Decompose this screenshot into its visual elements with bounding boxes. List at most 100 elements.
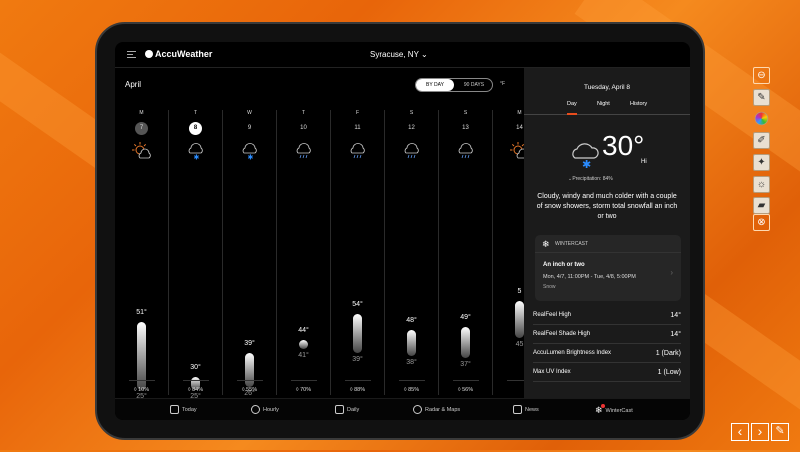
brand-logo[interactable]: AccuWeather bbox=[145, 49, 212, 59]
eraser-icon[interactable]: ▰ bbox=[753, 197, 770, 214]
tab-day[interactable]: Day bbox=[567, 101, 577, 115]
app-screen: AccuWeather Syracuse, NY ⌄ April BY DAY … bbox=[115, 42, 690, 420]
bottom-nav: Today Hourly Daily Radar & Maps News ❄ WinterC… bbox=[115, 398, 690, 420]
divider bbox=[399, 380, 425, 381]
day-column[interactable]: S 13 49° 37° ◊ 56% bbox=[439, 110, 493, 395]
low-temp: 39° bbox=[352, 356, 363, 364]
menu-icon[interactable] bbox=[127, 51, 136, 58]
nav-item[interactable]: ❄ WinterCast bbox=[595, 404, 633, 416]
divider bbox=[507, 380, 524, 381]
precip-text: Precipitation: 84% bbox=[572, 176, 613, 182]
temp-range-bar bbox=[407, 329, 416, 356]
stat-value: 14° bbox=[670, 331, 681, 338]
marker-icon[interactable]: ✐ bbox=[753, 132, 770, 149]
high-temp: 44° bbox=[298, 327, 309, 335]
brand-name: AccuWeather bbox=[155, 49, 213, 59]
droplet-icon: ◊ bbox=[403, 387, 407, 393]
stat-value: 1 (Dark) bbox=[655, 350, 681, 357]
nav-label: WinterCast bbox=[605, 407, 633, 414]
ninety-days-button[interactable]: 90 DAYS bbox=[455, 79, 493, 91]
temp-range-bar bbox=[299, 340, 308, 350]
divider bbox=[345, 380, 371, 381]
day-of-week: F bbox=[355, 110, 360, 116]
close-icon[interactable]: ⊗ bbox=[753, 214, 770, 231]
tab-history[interactable]: History bbox=[630, 101, 647, 107]
nav-label: Hourly bbox=[263, 406, 279, 413]
divider bbox=[183, 380, 209, 381]
detail-tabs: Day Night History bbox=[524, 101, 690, 115]
pen-icon[interactable]: ✎ bbox=[753, 89, 770, 106]
color-picker-icon[interactable] bbox=[754, 111, 769, 126]
precip-chance: ◊ 88% bbox=[331, 387, 384, 393]
precip-chance: ◊ 85% bbox=[385, 387, 438, 393]
day-column[interactable]: T 10 44° 41° ◊ 70% bbox=[277, 110, 331, 395]
unit-toggle[interactable]: °F bbox=[500, 81, 505, 87]
svg-text:✱: ✱ bbox=[194, 154, 200, 161]
day-number: 7 bbox=[135, 122, 148, 135]
nav-label: Radar & Maps bbox=[425, 406, 461, 413]
wintercast-title: WINTERCAST bbox=[555, 241, 589, 247]
precip-chance: ◊ 70% bbox=[277, 387, 330, 393]
chevron-down-icon: ⌄ bbox=[421, 50, 428, 59]
day-column[interactable]: M 7 51° 25° ◊ 10% bbox=[115, 110, 169, 400]
droplet-icon: ◊ bbox=[349, 387, 353, 393]
detail-precipitation: 💧︎ Precipitation: 84% bbox=[569, 176, 613, 182]
stat-label: RealFeel Shade High bbox=[533, 331, 591, 337]
wintercast-type: Snow bbox=[543, 284, 556, 290]
daily-forecast-columns: M 7 51° 25° ◊ 10% T 8 ✱ 30° 25° ◊ 84% W 9 … bbox=[115, 102, 524, 402]
day-column[interactable]: W 9 ✱ 39° 26° ◊ 55% bbox=[223, 110, 277, 397]
droplet-icon: ◊ bbox=[295, 387, 299, 393]
nav-item[interactable]: Today bbox=[170, 405, 197, 414]
detail-stat-row: RealFeel High 14° bbox=[533, 306, 681, 325]
nav-item[interactable]: News bbox=[513, 405, 539, 414]
rain-icon bbox=[348, 142, 368, 160]
zoom-out-icon[interactable]: ⊖ bbox=[753, 67, 770, 84]
day-number: 9 bbox=[247, 125, 252, 131]
wintercast-card[interactable]: ❄ WINTERCAST An inch or two Mon, 4/7, 11:… bbox=[535, 235, 681, 301]
precip-chance: ◊ 10% bbox=[115, 387, 168, 393]
nav-item[interactable]: Daily bbox=[335, 405, 359, 414]
snowflake-icon: ❄ bbox=[595, 404, 605, 415]
day-column[interactable]: S 12 48° 38° ◊ 85% bbox=[385, 110, 439, 395]
day-of-week: M bbox=[139, 110, 144, 116]
precip-value: 88% bbox=[354, 387, 366, 393]
low-temp: 45 bbox=[515, 340, 524, 348]
temp-range-bar bbox=[245, 353, 254, 387]
chevron-right-icon: › bbox=[670, 268, 673, 277]
brightness-icon[interactable]: ☼ bbox=[753, 176, 770, 193]
nav-item[interactable]: Hourly bbox=[251, 405, 279, 414]
calendar-grid-icon bbox=[335, 405, 344, 414]
location-selector[interactable]: Syracuse, NY ⌄ bbox=[370, 50, 428, 59]
rain-icon bbox=[402, 142, 422, 160]
nav-label: News bbox=[525, 406, 539, 413]
high-temp: 39° bbox=[244, 340, 255, 348]
snow-icon: ✱ bbox=[186, 142, 206, 162]
day-column[interactable]: F 11 54° 39° ◊ 88% bbox=[331, 110, 385, 395]
day-of-week: S bbox=[409, 110, 414, 116]
divider bbox=[237, 380, 263, 381]
day-number: 13 bbox=[462, 125, 469, 131]
next-button[interactable]: › bbox=[751, 423, 769, 441]
precip-value: 84% bbox=[192, 387, 204, 393]
divider bbox=[129, 380, 155, 381]
edit-pen-icon[interactable]: ✎ bbox=[771, 423, 789, 441]
high-temp: 49° bbox=[460, 314, 471, 322]
previous-button[interactable]: ‹ bbox=[731, 423, 749, 441]
droplet-icon: ◊ bbox=[133, 387, 137, 393]
by-day-button[interactable]: BY DAY bbox=[416, 79, 454, 91]
tab-night[interactable]: Night bbox=[597, 101, 610, 107]
laser-icon[interactable]: ✦ bbox=[753, 154, 770, 171]
day-column[interactable]: T 8 ✱ 30° 25° ◊ 84% bbox=[169, 110, 223, 400]
day-column[interactable]: M 14 5 45 bbox=[493, 110, 524, 395]
day-number: 8 bbox=[189, 122, 202, 135]
day-number: 14 bbox=[516, 125, 523, 131]
wintercast-range: Mon, 4/7, 11:00PM - Tue, 4/8, 5:00PM bbox=[543, 274, 636, 280]
nav-item[interactable]: Radar & Maps bbox=[413, 405, 460, 414]
view-toggle: BY DAY 90 DAYS bbox=[415, 78, 493, 92]
low-temp: 41° bbox=[298, 352, 309, 360]
precip-value: 85% bbox=[408, 387, 420, 393]
precip-chance: ◊ 55% bbox=[223, 387, 276, 393]
precip-value: 55% bbox=[246, 387, 258, 393]
rain-icon bbox=[294, 142, 314, 160]
droplet-icon: ◊ bbox=[457, 387, 461, 393]
